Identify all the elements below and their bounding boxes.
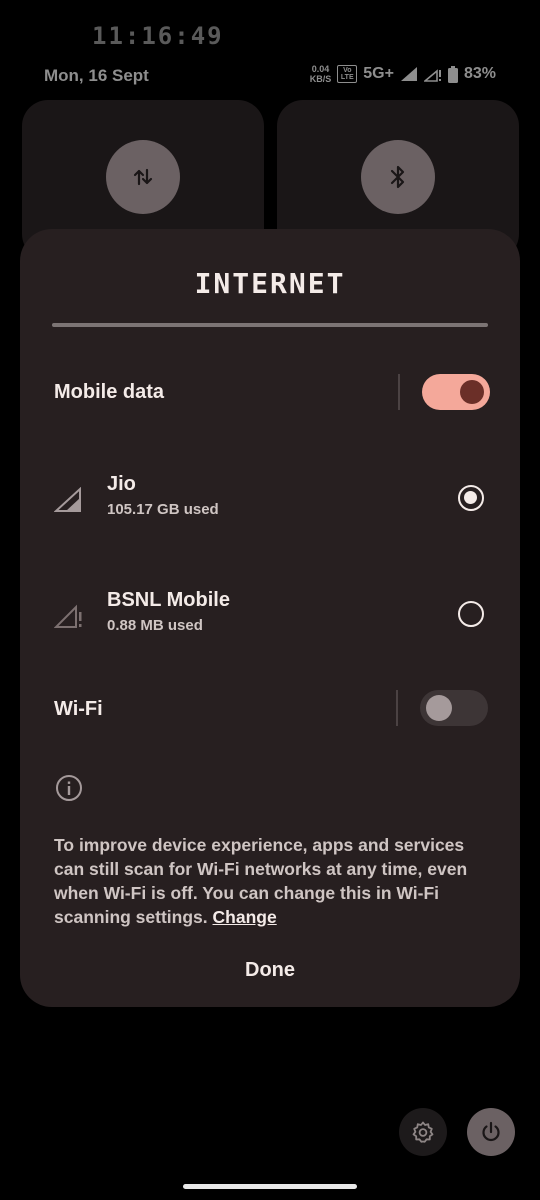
battery-icon — [447, 65, 458, 83]
dialog-title: INTERNET — [194, 267, 346, 300]
volte-icon: Vo LTE — [337, 65, 358, 83]
change-link[interactable]: Change — [213, 907, 277, 927]
sim-name: BSNL Mobile — [107, 589, 230, 611]
mobile-data-separator — [398, 374, 400, 410]
home-indicator[interactable] — [183, 1184, 357, 1189]
sim-name: Jio — [107, 473, 136, 495]
internet-dialog: INTERNET Mobile data Jio 105.17 GB used … — [20, 229, 520, 1007]
gear-icon — [412, 1121, 434, 1143]
mobile-data-label: Mobile data — [54, 381, 165, 403]
wifi-separator — [396, 690, 398, 726]
network-speed-value: 0.04 — [311, 64, 330, 74]
wifi-label: Wi-Fi — [54, 698, 103, 720]
info-icon — [56, 775, 82, 801]
settings-button[interactable] — [399, 1108, 447, 1156]
sim-row-bsnl[interactable]: BSNL Mobile 0.88 MB used — [54, 589, 484, 649]
sim-usage: 105.17 GB used — [107, 501, 219, 518]
sim-usage: 0.88 MB used — [107, 617, 203, 634]
wifi-scanning-info: To improve device experience, apps and s… — [54, 833, 494, 929]
sim-row-jio[interactable]: Jio 105.17 GB used — [54, 473, 484, 533]
data-transfer-button[interactable] — [106, 140, 180, 214]
done-button[interactable]: Done — [20, 959, 520, 982]
toggle-knob — [426, 695, 452, 721]
clock: 11:16:49 — [92, 22, 224, 50]
status-bar: 0.04 KB/S Vo LTE 5G+ 83% — [310, 64, 496, 84]
title-divider — [52, 323, 488, 327]
volte-top: Vo — [343, 67, 352, 74]
power-icon — [482, 1121, 500, 1142]
signal-alert-icon — [54, 604, 82, 628]
mobile-data-toggle[interactable] — [422, 374, 490, 410]
signal-alert-icon — [423, 69, 441, 82]
network-type: 5G+ — [363, 65, 394, 82]
network-speed: 0.04 KB/S — [310, 64, 332, 84]
date: Mon, 16 Sept — [44, 66, 149, 85]
bluetooth-icon — [390, 165, 405, 189]
wifi-toggle[interactable] — [420, 690, 488, 726]
data-transfer-arrows-icon — [133, 168, 153, 186]
sim-radio-jio[interactable] — [458, 485, 484, 511]
signal-icon — [400, 67, 417, 81]
bluetooth-button[interactable] — [361, 140, 435, 214]
network-speed-unit: KB/S — [309, 74, 332, 84]
toggle-knob — [460, 380, 484, 404]
power-button[interactable] — [467, 1108, 515, 1156]
battery-percent: 83% — [463, 65, 496, 82]
volte-bottom: LTE — [340, 74, 354, 81]
signal-icon — [54, 487, 81, 512]
sim-radio-bsnl[interactable] — [458, 601, 484, 627]
